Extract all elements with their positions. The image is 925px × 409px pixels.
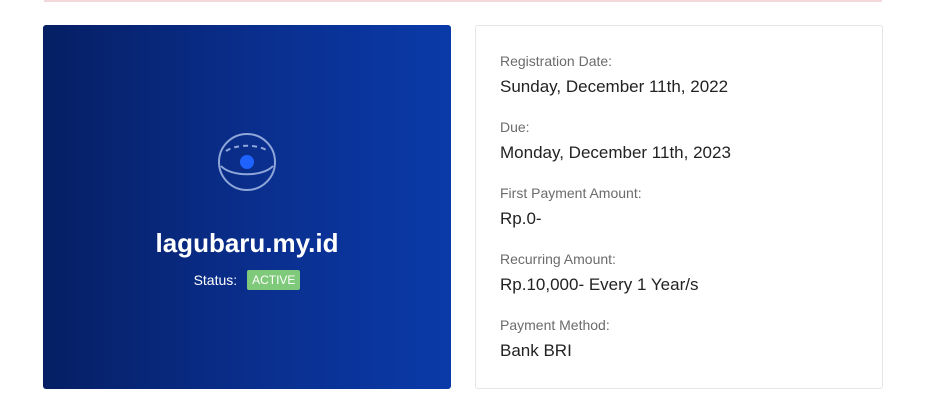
registration-date-value: Sunday, December 11th, 2022 (500, 77, 729, 96)
status-label: Status: (193, 272, 238, 289)
top-divider (44, 0, 882, 2)
registration-date-label: Registration Date: (500, 53, 613, 69)
registration-date-group: Registration Date: Sunday, December 11th… (500, 52, 728, 98)
due-date-group: Due: Monday, December 11th, 2023 (500, 118, 731, 164)
status-row: Status: ACTIVE (43, 269, 451, 291)
recurring-amount-label: Recurring Amount: (500, 251, 616, 267)
payment-method-value: Bank BRI (500, 341, 572, 360)
domain-globe-icon (216, 131, 278, 193)
recurring-amount-group: Recurring Amount: Rp.10,000- Every 1 Yea… (500, 250, 698, 296)
payment-method-group: Payment Method: Bank BRI (500, 316, 610, 362)
first-payment-value: Rp.0- (500, 209, 542, 228)
due-date-value: Monday, December 11th, 2023 (500, 143, 731, 162)
first-payment-label: First Payment Amount: (500, 185, 642, 201)
domain-overview-card: lagubaru.my.id Status: ACTIVE (43, 25, 451, 389)
due-date-label: Due: (500, 119, 530, 135)
payment-method-label: Payment Method: (500, 317, 610, 333)
domain-name: lagubaru.my.id (155, 228, 339, 258)
status-badge: ACTIVE (247, 270, 301, 291)
first-payment-group: First Payment Amount: Rp.0- (500, 184, 642, 230)
domain-details-card: Registration Date: Sunday, December 11th… (475, 25, 883, 389)
recurring-amount-value: Rp.10,000- Every 1 Year/s (500, 275, 699, 294)
